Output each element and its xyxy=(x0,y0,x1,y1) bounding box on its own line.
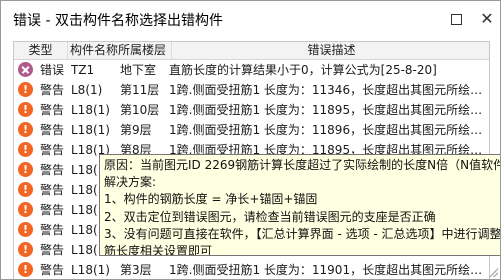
warning-exclamation-icon: ! xyxy=(18,202,33,217)
warning-exclamation-icon: ! xyxy=(18,122,33,137)
grid-header: 类型 构件名称所属楼层 错误描述 xyxy=(14,42,489,60)
close-button[interactable]: ✕ xyxy=(473,7,500,31)
tooltip-line: 3、没有问题可直接在软件，【汇总计算界面 - 选项 - 汇总选项】中进行调整 xyxy=(104,226,501,241)
table-row[interactable]: 错误 TZ1 地下室 直筋长度的计算结果小于0，计算公式为[25-8-20] xyxy=(14,60,489,80)
warning-exclamation-icon: ! xyxy=(18,162,33,177)
warning-exclamation-icon: ! xyxy=(18,222,33,237)
tooltip-line: 原因：当前图元ID 2269钢筋计算长度超过了实际绘制的长度N倍（N值软件 xyxy=(104,158,501,172)
close-icon: ✕ xyxy=(480,9,494,28)
resize-grip[interactable] xyxy=(488,267,498,277)
cell-description: 1跨.侧面受扭筋1 长度为：11346，长度超出其图元所绘… xyxy=(169,83,483,97)
cell-type: 警告 xyxy=(40,263,65,277)
warning-exclamation-icon: ! xyxy=(18,182,33,197)
cell-type: 警告 xyxy=(40,203,65,217)
cell-description: 1跨.侧面受扭筋1 长度为：11901，长度超出其图元所绘… xyxy=(169,263,483,277)
tooltip-line: 2、双击定位到错误图元，请检查当前错误图元的支座是否正确 xyxy=(104,209,436,224)
column-header-component: 构件名称 xyxy=(70,43,119,57)
cell-type: 警告 xyxy=(40,103,65,117)
error-detail-tooltip: 原因：当前图元ID 2269钢筋计算长度超过了实际绘制的长度N倍（N值软件 解决方… xyxy=(99,154,501,256)
column-header-description[interactable]: 错误描述 xyxy=(172,42,489,59)
cell-floor: 第3层 xyxy=(120,263,152,277)
restore-button[interactable] xyxy=(442,7,470,31)
cell-type: 警告 xyxy=(40,123,65,137)
warning-exclamation-icon: ! xyxy=(18,242,33,257)
warning-exclamation-icon: ! xyxy=(18,102,33,117)
tooltip-line: 1、构件的钢筋长度 = 净长+锚固+锚固 xyxy=(104,192,318,207)
error-x-icon xyxy=(18,62,33,77)
table-row[interactable]: ! 警告 L18(1) 第9层 1跨.侧面受扭筋1 长度为：11896，长度超出其图元所… xyxy=(14,120,489,140)
cell-type: 错误 xyxy=(40,63,65,77)
title-bar[interactable]: 错误 - 双击构件名称选择出错构件 ✕ xyxy=(1,1,500,39)
cell-floor: 第11层 xyxy=(120,83,160,97)
cell-floor: 地下室 xyxy=(120,63,157,77)
window-title: 错误 - 双击构件名称选择出错构件 xyxy=(13,13,223,29)
column-header-floor: 所属楼层 xyxy=(118,43,167,57)
cell-floor: 第10层 xyxy=(120,103,160,117)
cell-type: 警告 xyxy=(40,143,65,157)
cell-type: 警告 xyxy=(40,183,65,197)
cell-description: 1跨.侧面受扭筋1 长度为：11896，长度超出其图元所绘… xyxy=(169,123,483,137)
table-row[interactable]: ! 警告 L18(1) 第3层 1跨.侧面受扭筋1 长度为：11901，长度超出其图元所… xyxy=(14,260,489,279)
cell-description: 直筋长度的计算结果小于0，计算公式为[25-8-20] xyxy=(169,63,437,77)
tooltip-line: 解决方案: xyxy=(104,175,157,190)
warning-exclamation-icon: ! xyxy=(18,142,33,157)
cell-type: 警告 xyxy=(40,83,65,97)
cell-description: 1跨.侧面受扭筋1 长度为：11895，长度超出其图元所绘… xyxy=(169,103,483,117)
tooltip-line: 筋长度相关设置即可 xyxy=(104,244,213,256)
column-header-type[interactable]: 类型 xyxy=(14,42,68,59)
cell-type: 警告 xyxy=(40,163,65,177)
cell-floor: 第9层 xyxy=(120,123,152,137)
warning-exclamation-icon: ! xyxy=(18,262,33,277)
warning-exclamation-icon: ! xyxy=(18,82,33,97)
error-dialog: 错误 - 双击构件名称选择出错构件 ✕ 类型 构件名称所属楼层 错误描述 错误 T… xyxy=(0,0,501,280)
cell-type: 警告 xyxy=(40,243,65,257)
column-header-component-floor[interactable]: 构件名称所属楼层 xyxy=(68,42,172,59)
table-row[interactable]: ! 警告 L18(1) 第10层 1跨.侧面受扭筋1 长度为：11895，长度超出其图元… xyxy=(14,100,489,120)
cell-type: 警告 xyxy=(40,223,65,237)
table-row[interactable]: ! 警告 L8(1) 第11层 1跨.侧面受扭筋1 长度为：11346，长度超出其图元所… xyxy=(14,80,489,100)
restore-icon xyxy=(450,13,462,25)
